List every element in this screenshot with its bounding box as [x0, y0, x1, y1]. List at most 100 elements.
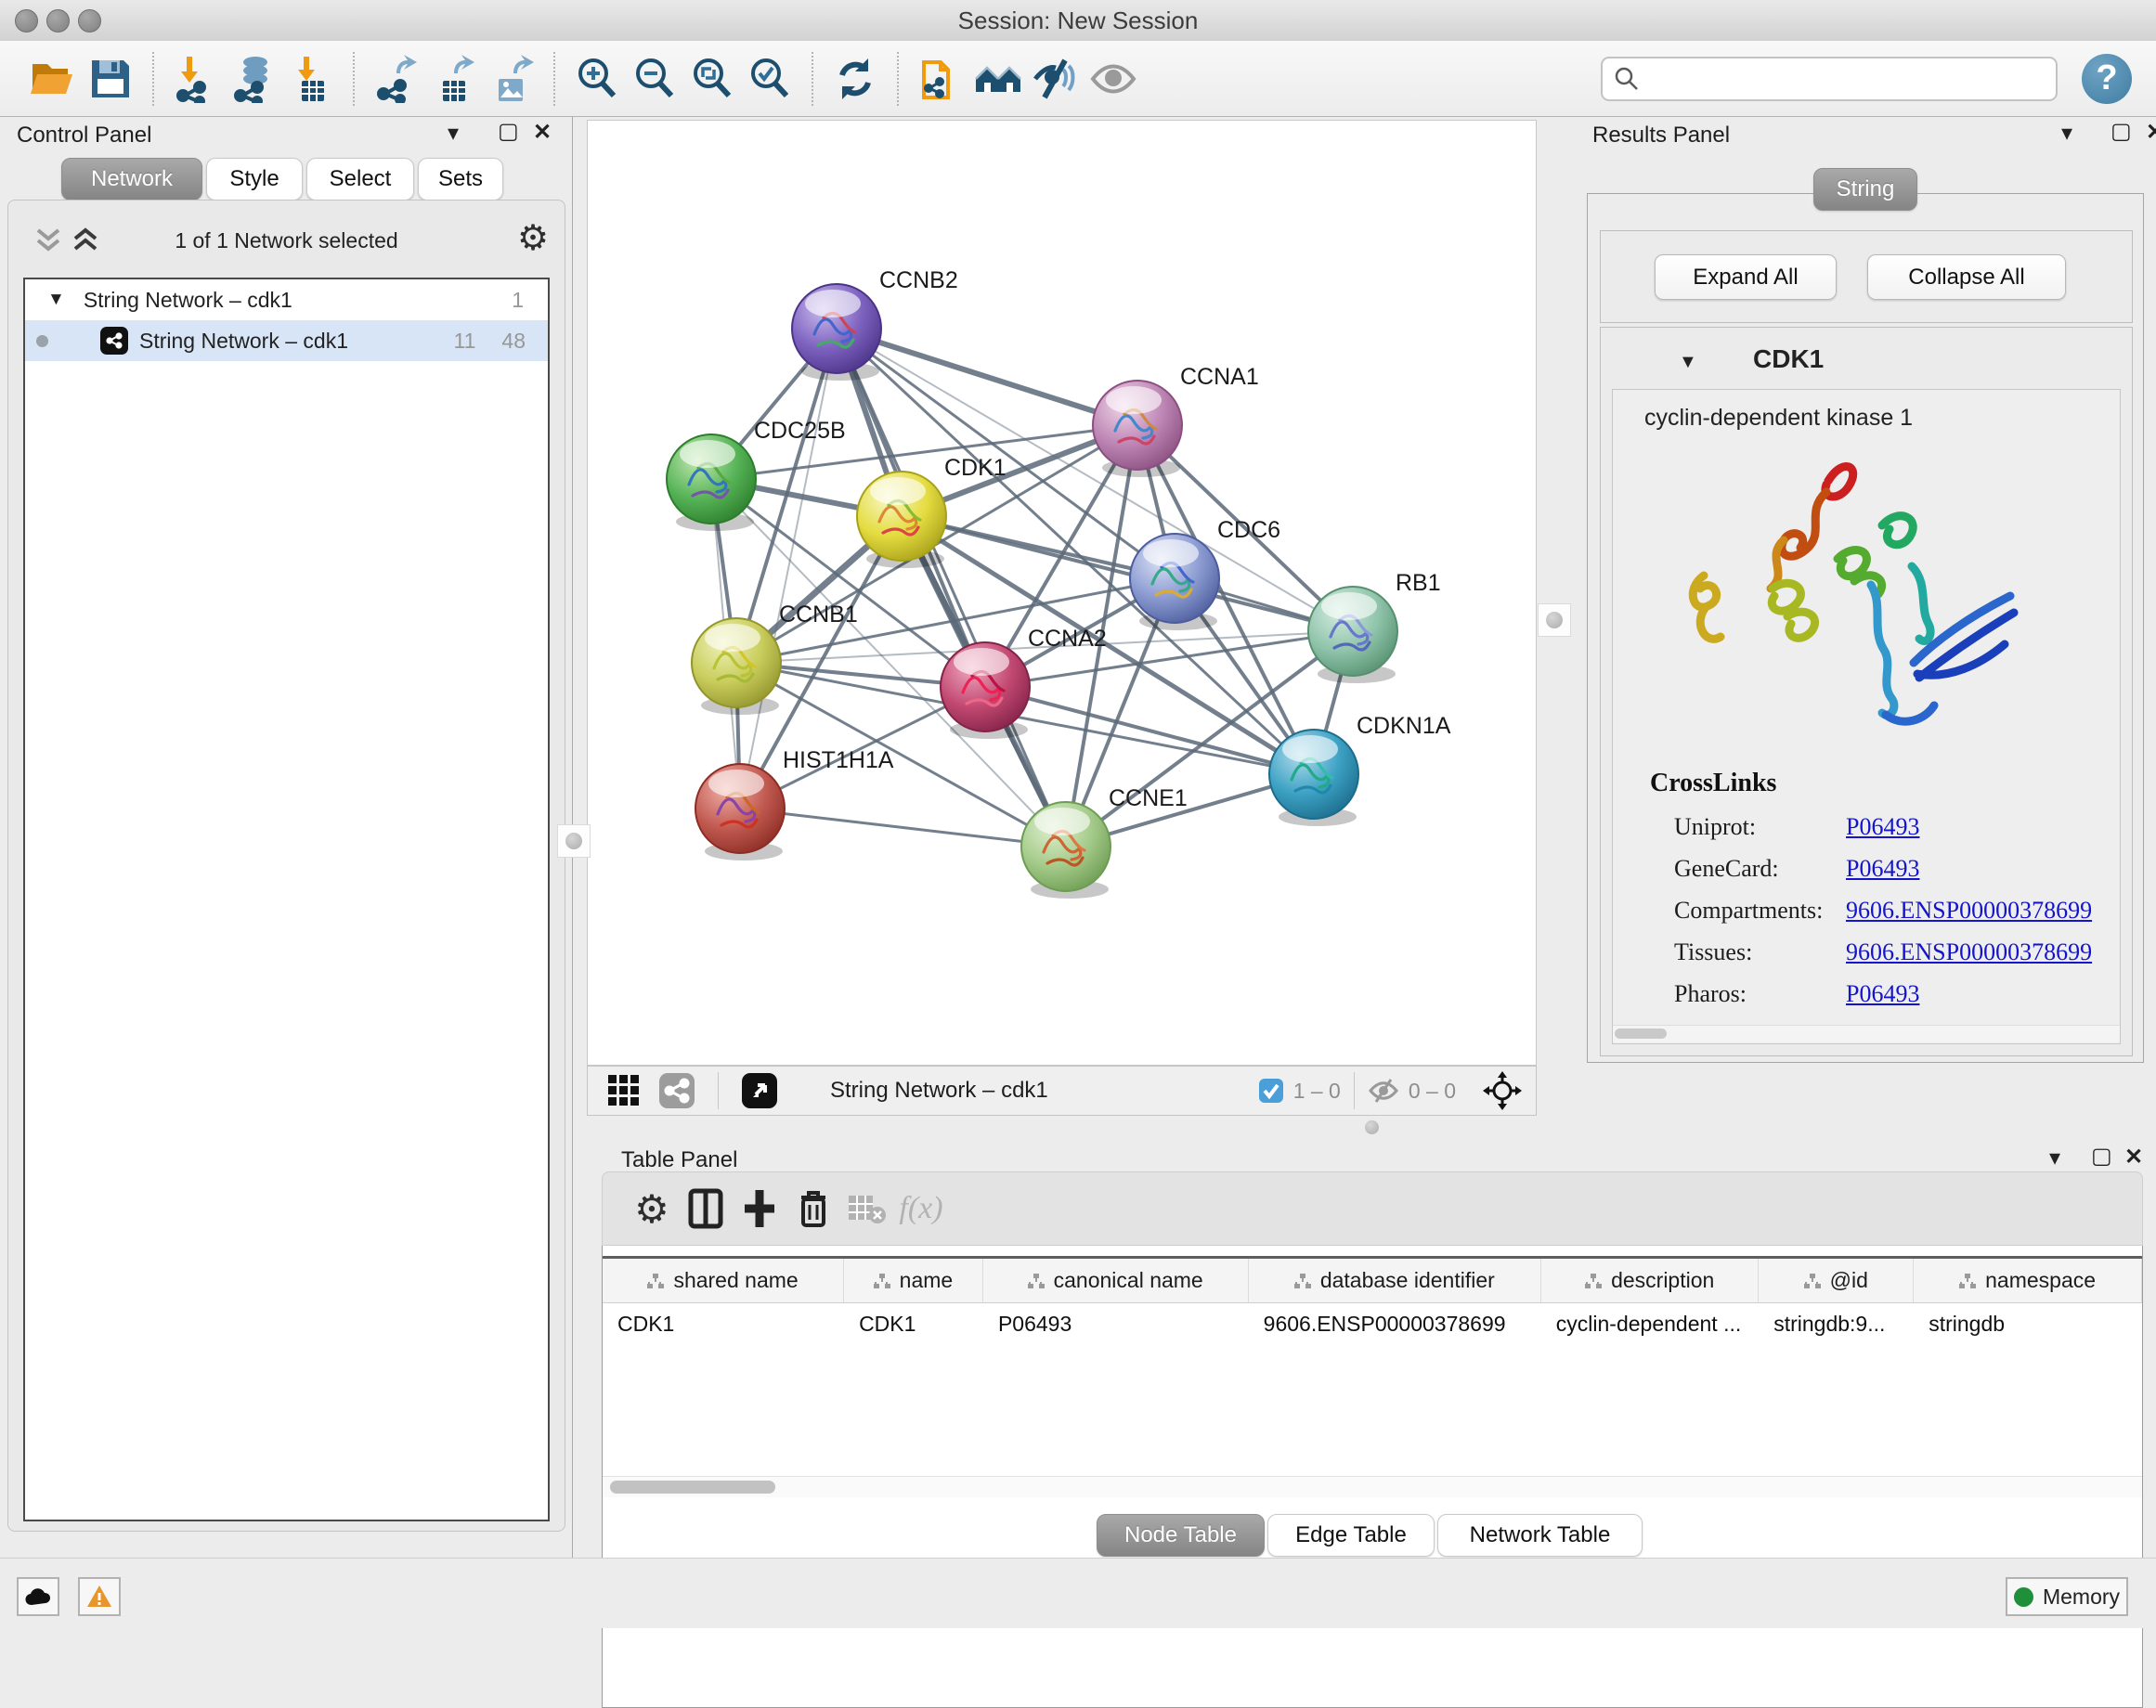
table-cell[interactable]: cyclin-dependent ...: [1541, 1312, 1759, 1337]
tab-select[interactable]: Select: [306, 158, 414, 201]
column-header-description[interactable]: description: [1541, 1259, 1759, 1302]
control-panel-float-button[interactable]: ▾: [448, 123, 459, 145]
results-hscrollbar-thumb[interactable]: [1615, 1029, 1667, 1039]
network-node-cdk1[interactable]: CDK1: [857, 455, 1007, 568]
table-cell[interactable]: P06493: [983, 1312, 1249, 1337]
results-panel-close-button[interactable]: ✕: [2146, 122, 2156, 144]
results-panel-float-button[interactable]: ▾: [2061, 123, 2072, 145]
zoom-out-button[interactable]: [626, 51, 683, 107]
help-button[interactable]: ?: [2082, 54, 2132, 104]
table-hscrollbar-thumb[interactable]: [610, 1481, 775, 1494]
import-database-button[interactable]: [225, 51, 282, 107]
export-network-button[interactable]: [368, 51, 425, 107]
crosslink-link[interactable]: P06493: [1846, 980, 1919, 1008]
control-panel-close-button[interactable]: ✕: [533, 122, 552, 144]
table-panel-float-button[interactable]: ▾: [2049, 1147, 2060, 1170]
network-tree-child-row[interactable]: String Network – cdk1 11 48: [25, 320, 548, 361]
selected-checkbox-icon[interactable]: [1258, 1078, 1284, 1104]
table-row[interactable]: CDK1CDK1P064939606.ENSP00000378699cyclin…: [603, 1303, 2142, 1344]
table-cell[interactable]: stringdb: [1914, 1312, 2142, 1337]
show-columns-icon[interactable]: [679, 1184, 733, 1233]
tab-sets[interactable]: Sets: [418, 158, 503, 201]
table-cell[interactable]: stringdb:9...: [1759, 1312, 1914, 1337]
import-table-button[interactable]: [282, 51, 340, 107]
table-cell[interactable]: CDK1: [603, 1312, 844, 1337]
network-canvas[interactable]: CCNB2CCNA1CDC25BCDK1CDC6RB1CCNB1CCNA2CDK…: [587, 120, 1537, 1066]
horizontal-splitter[interactable]: [587, 1116, 2156, 1140]
tree-expand-icon[interactable]: ▼: [47, 290, 65, 310]
crosslink-link[interactable]: P06493: [1846, 813, 1919, 841]
left-splitter-grip[interactable]: [557, 824, 591, 858]
network-node-hist1h1a[interactable]: HIST1H1A: [695, 747, 894, 860]
control-panel-maximize-button[interactable]: ▢: [498, 121, 519, 143]
export-table-button[interactable]: [425, 51, 483, 107]
column-header-database-identifier[interactable]: database identifier: [1249, 1259, 1541, 1302]
close-window-button[interactable]: [15, 9, 38, 32]
hide-panel-button[interactable]: [1027, 51, 1084, 107]
results-panel-maximize-button[interactable]: ▢: [2111, 121, 2132, 143]
crosslink-link[interactable]: 9606.ENSP00000378699: [1846, 897, 2092, 925]
node-label-ccnb1: CCNB1: [779, 602, 858, 628]
network-options-gear-icon[interactable]: ⚙: [517, 217, 549, 259]
right-splitter-grip[interactable]: [1538, 603, 1571, 637]
zoom-in-button[interactable]: [568, 51, 626, 107]
tab-node-table[interactable]: Node Table: [1097, 1514, 1265, 1557]
zoom-selected-button[interactable]: [741, 51, 799, 107]
export-image-button[interactable]: [483, 51, 540, 107]
network-tree-root-row[interactable]: ▼ String Network – cdk1 1: [25, 279, 548, 320]
tab-string[interactable]: String: [1813, 168, 1917, 211]
open-session-button[interactable]: [24, 51, 82, 107]
minimize-window-button[interactable]: [46, 9, 70, 32]
crosslink-link[interactable]: P06493: [1846, 855, 1919, 883]
table-hscrollbar[interactable]: [603, 1476, 2142, 1497]
network-edge[interactable]: [837, 329, 1137, 425]
cloud-status-button[interactable]: [17, 1577, 59, 1616]
tab-network-table[interactable]: Network Table: [1437, 1514, 1643, 1557]
network-share-view-icon[interactable]: [658, 1072, 695, 1109]
tab-network[interactable]: Network: [61, 158, 202, 201]
zoom-fit-button[interactable]: [683, 51, 741, 107]
network-edge[interactable]: [902, 516, 1353, 631]
crosslink-link[interactable]: 9606.ENSP00000378699: [1846, 938, 2092, 966]
column-header-canonical-name[interactable]: canonical name: [983, 1259, 1249, 1302]
collapse-all-button[interactable]: Collapse All: [1867, 254, 2066, 300]
maximize-window-button[interactable]: [78, 9, 101, 32]
delete-column-trash-icon[interactable]: [786, 1184, 840, 1233]
section-collapse-icon[interactable]: ▼: [1679, 352, 1697, 373]
table-settings-gear-icon[interactable]: ⚙: [625, 1184, 679, 1233]
birds-eye-view-icon[interactable]: [741, 1072, 778, 1109]
expand-all-button[interactable]: Expand All: [1655, 254, 1837, 300]
results-hscrollbar[interactable]: [1613, 1025, 2120, 1042]
home-button[interactable]: [969, 51, 1027, 107]
add-column-icon[interactable]: [733, 1184, 786, 1233]
table-panel-maximize-button[interactable]: ▢: [2091, 1145, 2112, 1168]
network-node-cdc6[interactable]: CDC6: [1130, 517, 1280, 630]
column-header-shared-name[interactable]: shared name: [603, 1259, 844, 1302]
search-input[interactable]: [1640, 65, 2056, 93]
pan-crosshair-icon[interactable]: [1482, 1070, 1523, 1111]
network-edge[interactable]: [740, 809, 1066, 847]
tab-style[interactable]: Style: [206, 158, 303, 201]
grid-view-icon[interactable]: [606, 1073, 642, 1108]
warning-status-button[interactable]: [78, 1577, 121, 1616]
string-network-graph[interactable]: CCNB2CCNA1CDC25BCDK1CDC6RB1CCNB1CCNA2CDK…: [588, 121, 1536, 1065]
refresh-button[interactable]: [826, 51, 884, 107]
show-panel-button[interactable]: [1084, 51, 1142, 107]
save-session-button[interactable]: [82, 51, 139, 107]
column-header-name[interactable]: name: [844, 1259, 983, 1302]
table-panel-close-button[interactable]: ✕: [2124, 1146, 2143, 1169]
table-cell[interactable]: 9606.ENSP00000378699: [1249, 1312, 1541, 1337]
column-header--id[interactable]: @id: [1759, 1259, 1914, 1302]
table-cell[interactable]: CDK1: [844, 1312, 983, 1337]
network-edge[interactable]: [985, 687, 1314, 774]
memory-button[interactable]: Memory: [2006, 1577, 2128, 1616]
share-session-button[interactable]: [912, 51, 969, 107]
network-node-rb1[interactable]: RB1: [1308, 570, 1441, 683]
tab-edge-table[interactable]: Edge Table: [1267, 1514, 1435, 1557]
network-edge[interactable]: [740, 329, 837, 809]
column-header-namespace[interactable]: namespace: [1914, 1259, 2142, 1302]
splitter-dot[interactable]: [1365, 1120, 1379, 1134]
gene-section-title[interactable]: CDK1: [1753, 344, 1824, 374]
network-node-cdkn1a[interactable]: CDKN1A: [1269, 713, 1451, 826]
import-network-button[interactable]: [167, 51, 225, 107]
